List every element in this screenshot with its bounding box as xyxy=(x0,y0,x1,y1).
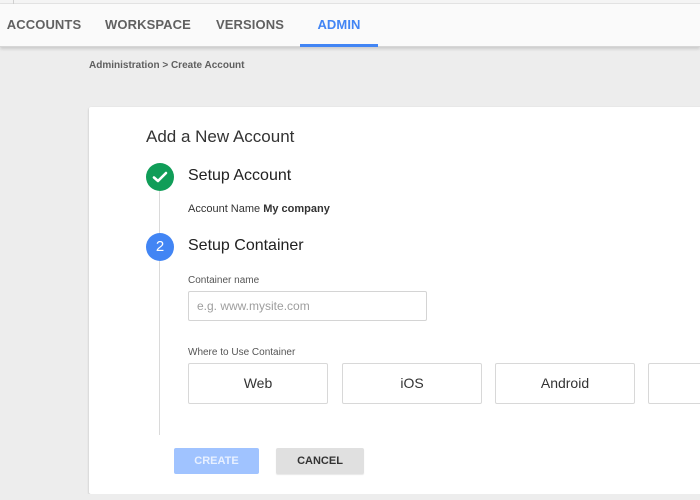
step1-complete-badge xyxy=(146,163,174,191)
platform-web-button[interactable]: Web xyxy=(188,363,328,404)
account-name-label: Account Name xyxy=(188,203,261,215)
platform-more-button[interactable] xyxy=(648,363,700,404)
stepper-line xyxy=(159,191,160,435)
container-name-input[interactable] xyxy=(188,291,427,321)
top-nav: ACCOUNTS WORKSPACE VERSIONS ADMIN xyxy=(0,4,700,47)
step2-number-badge: 2 xyxy=(146,233,174,261)
create-account-card: Add a New Account Setup Account Account … xyxy=(89,107,700,494)
cancel-button[interactable]: CANCEL xyxy=(276,448,364,474)
step2-title: Setup Container xyxy=(188,237,304,254)
account-name-summary: Account Name My company xyxy=(188,203,330,215)
container-name-label: Container name xyxy=(188,275,260,286)
tab-accounts[interactable]: ACCOUNTS xyxy=(0,4,88,47)
tab-versions[interactable]: VERSIONS xyxy=(208,4,292,47)
tab-workspace[interactable]: WORKSPACE xyxy=(98,4,198,47)
page-bottom xyxy=(0,494,700,500)
platform-android-button[interactable]: Android xyxy=(495,363,635,404)
account-name-value: My company xyxy=(263,203,330,215)
step1-title: Setup Account xyxy=(188,167,292,184)
page-title: Add a New Account xyxy=(146,127,295,146)
breadcrumb: Administration > Create Account xyxy=(89,60,245,71)
platform-ios-button[interactable]: iOS xyxy=(342,363,482,404)
where-to-use-label: Where to Use Container xyxy=(188,347,296,358)
tab-admin[interactable]: ADMIN xyxy=(300,4,378,47)
create-button[interactable]: CREATE xyxy=(174,448,259,474)
check-icon xyxy=(152,171,168,183)
